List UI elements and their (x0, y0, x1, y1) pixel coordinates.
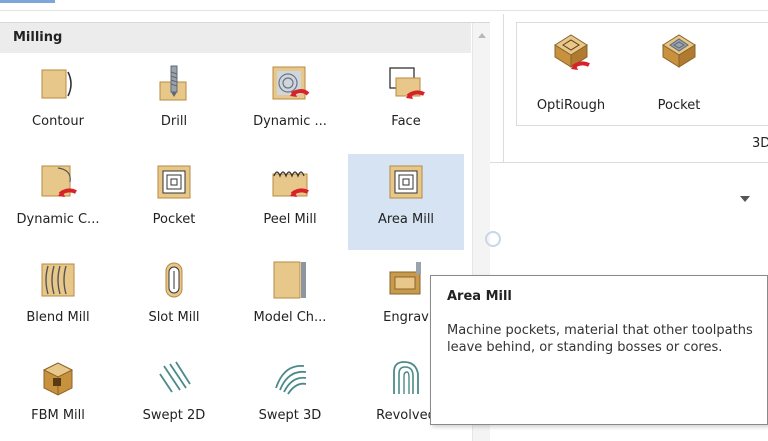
optirough-icon (554, 34, 590, 70)
scroll-up-arrow-icon[interactable] (478, 33, 486, 38)
tile-area-mill[interactable]: Area Mill (348, 154, 464, 250)
tile-slot-mill[interactable]: Slot Mill (116, 252, 232, 348)
area-mill-tooltip: Area Mill Machine pockets, material that… (430, 275, 768, 425)
tile-label: Swept 2D (142, 408, 206, 423)
swept-3d-icon (275, 365, 307, 395)
tile-label: Contour (32, 114, 84, 129)
swept-2d-icon (159, 361, 191, 393)
contour-icon (41, 69, 72, 99)
gallery-title: Milling (13, 30, 63, 45)
tile-label: Model Ch... (253, 310, 327, 325)
tile-label: FBM Mill (31, 408, 85, 423)
fbm-mill-icon (42, 362, 74, 396)
tile-label: Face (391, 114, 421, 129)
gallery-header: Milling (0, 23, 471, 53)
ribbon-group-label: 3D (752, 136, 768, 151)
dynamic-contour-icon (41, 165, 77, 197)
top-divider (0, 10, 768, 11)
tile-fbm-mill[interactable]: FBM Mill (0, 350, 116, 441)
tile-model-chamfer[interactable]: Model Ch... (232, 252, 348, 348)
tile-label: Pocket (152, 212, 196, 227)
dynamic-mill-icon (272, 66, 310, 100)
tooltip-title: Area Mill (447, 289, 512, 304)
tile-contour[interactable]: Contour (0, 56, 116, 152)
ribbon-item-label: Pocket (657, 98, 701, 113)
tile-label: Dynamic C... (16, 212, 100, 227)
tile-face[interactable]: Face (348, 56, 464, 152)
tile-swept-2d[interactable]: Swept 2D (116, 350, 232, 441)
tile-label: Swept 3D (258, 408, 322, 423)
revolved-icon (393, 361, 419, 394)
slot-mill-icon (165, 262, 183, 298)
chevron-down-icon[interactable] (740, 196, 750, 202)
tooltip-body: Machine pockets, material that other too… (447, 323, 753, 355)
ribbon-pocket-button[interactable]: Pocket (629, 25, 729, 125)
ribbon-item-label: OptiRough (536, 98, 606, 113)
tile-dynamic-mill[interactable]: Dynamic ... (232, 56, 348, 152)
blend-mill-icon (41, 263, 75, 297)
tile-dynamic-contour[interactable]: Dynamic C... (0, 154, 116, 250)
tile-drill[interactable]: Drill (116, 56, 232, 152)
face-icon (389, 67, 425, 99)
tile-label: Peel Mill (263, 212, 317, 227)
tile-label: Drill (160, 114, 188, 129)
ribbon-divider (503, 14, 504, 162)
top-accent-bar (0, 0, 55, 3)
ribbon-optirough-button[interactable]: OptiRough (521, 25, 621, 125)
tile-pocket[interactable]: Pocket (116, 154, 232, 250)
peel-mill-icon (272, 171, 309, 197)
milling-gallery: Milling Contour Drill Dynamic ... Face D… (0, 22, 490, 441)
model-chamfer-icon (273, 261, 306, 299)
tile-label: Slot Mill (148, 310, 200, 325)
pocket-icon (157, 165, 191, 199)
tile-label: Blend Mill (26, 310, 90, 325)
engrave-icon (389, 262, 421, 295)
ghost-circle-icon (485, 231, 501, 247)
tile-peel-mill[interactable]: Peel Mill (232, 154, 348, 250)
pocket-3d-icon (662, 34, 696, 68)
tile-blend-mill[interactable]: Blend Mill (0, 252, 116, 348)
drill-icon (159, 65, 187, 101)
ribbon-3d-group: OptiRough Pocket (516, 22, 768, 126)
panel-separator (490, 162, 768, 163)
tile-label: Dynamic ... (253, 114, 327, 129)
tile-label: Area Mill (377, 212, 435, 227)
tile-swept-3d[interactable]: Swept 3D (232, 350, 348, 441)
area-mill-icon (389, 165, 423, 199)
